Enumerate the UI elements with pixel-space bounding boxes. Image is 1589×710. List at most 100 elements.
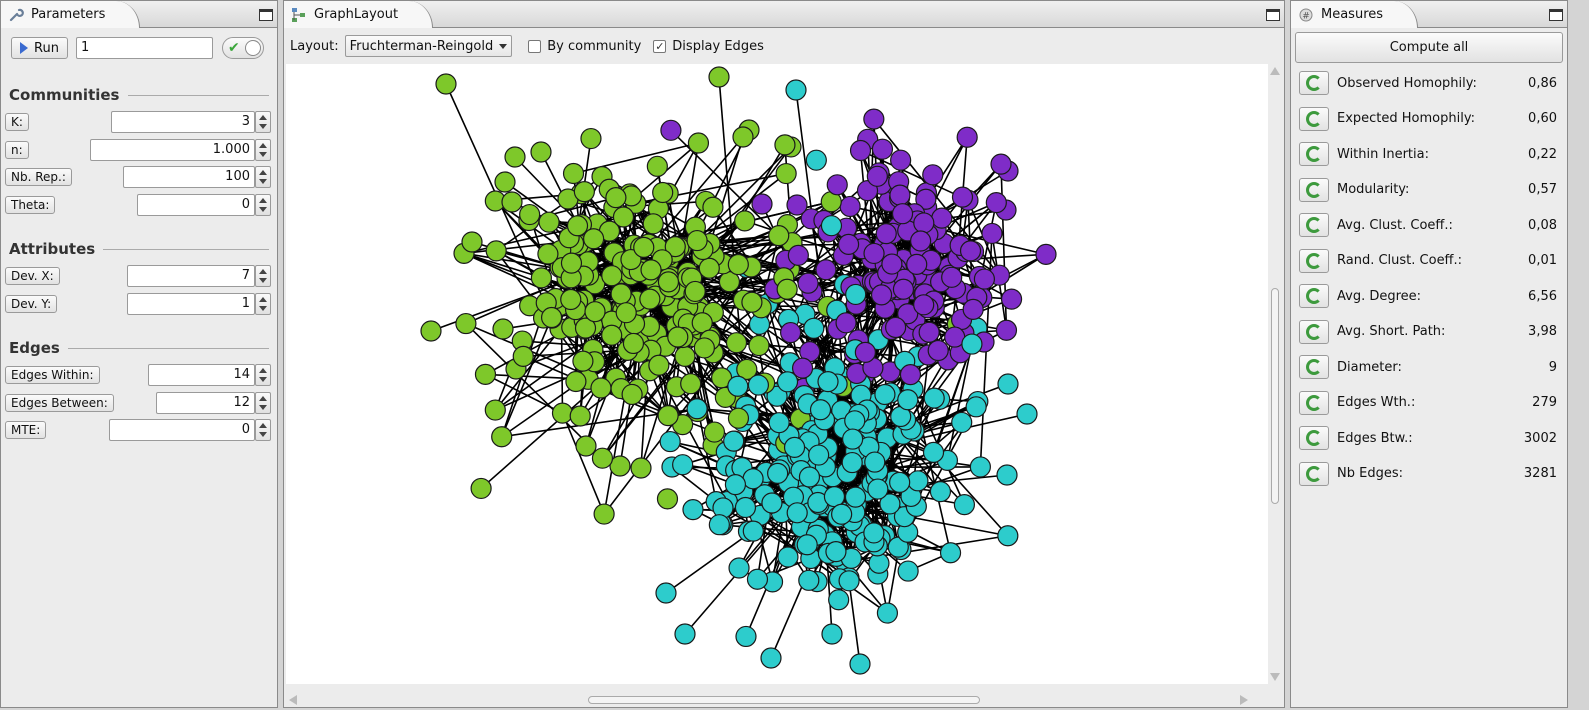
horizontal-scrollbar[interactable] — [286, 693, 1268, 707]
mte-stepper[interactable] — [255, 419, 271, 441]
graph-node[interactable] — [573, 181, 595, 203]
graph-node[interactable] — [899, 364, 922, 386]
graph-node[interactable] — [583, 228, 605, 250]
graph-node[interactable] — [768, 412, 790, 434]
layout-select[interactable]: Fruchterman-Reingold — [344, 35, 513, 57]
graph-node[interactable] — [680, 373, 702, 395]
graph-node[interactable] — [751, 193, 773, 215]
graph-node[interactable] — [622, 332, 645, 355]
graph-node[interactable] — [783, 436, 806, 459]
graph-node[interactable] — [796, 534, 818, 556]
graph-node[interactable] — [939, 542, 962, 564]
scroll-up-icon[interactable] — [1270, 67, 1280, 75]
graph-node[interactable] — [732, 126, 754, 148]
graph-node[interactable] — [672, 454, 694, 476]
graph-node[interactable] — [703, 421, 726, 443]
graph-node[interactable] — [501, 191, 523, 213]
graph-node[interactable] — [889, 184, 911, 206]
graph-node[interactable] — [455, 312, 477, 335]
vertical-scroll-thumb[interactable] — [1271, 288, 1279, 504]
graph-node[interactable] — [728, 557, 750, 579]
nb-rep-stepper[interactable] — [255, 166, 271, 188]
graph-node[interactable] — [931, 207, 953, 229]
graph-node[interactable] — [569, 405, 591, 427]
graph-node[interactable] — [803, 317, 825, 339]
graph-node[interactable] — [871, 138, 894, 160]
graph-node[interactable] — [420, 320, 442, 342]
graph-node[interactable] — [667, 326, 689, 348]
graph-node[interactable] — [842, 428, 864, 450]
graph-node[interactable] — [727, 375, 749, 397]
graph-node[interactable] — [929, 481, 952, 503]
graph-node[interactable] — [504, 146, 526, 168]
graph-node[interactable] — [918, 321, 940, 343]
compute-measure-button[interactable] — [1299, 284, 1329, 308]
graph-node[interactable] — [973, 268, 996, 290]
graph-node[interactable] — [835, 312, 857, 334]
parameters-tab[interactable]: Parameters — [1, 1, 141, 28]
graph-node[interactable] — [777, 546, 799, 568]
graph-node[interactable] — [923, 387, 945, 409]
graph-node[interactable] — [492, 318, 514, 340]
graph-node[interactable] — [786, 502, 808, 524]
graph-node[interactable] — [593, 503, 615, 525]
graph-node[interactable] — [820, 215, 843, 237]
graph-node[interactable] — [849, 139, 872, 162]
graph-node[interactable] — [906, 253, 928, 275]
graph-node[interactable] — [530, 267, 552, 289]
graph-node[interactable] — [734, 496, 757, 519]
graph-node[interactable] — [1035, 243, 1057, 265]
graph-node[interactable] — [768, 224, 790, 247]
graph-node[interactable] — [725, 332, 748, 354]
graph-node[interactable] — [897, 389, 919, 411]
dev-y-input[interactable]: 1 — [127, 293, 255, 315]
by-community-checkbox[interactable] — [528, 39, 542, 53]
graph-node[interactable] — [474, 363, 497, 386]
graph-node[interactable] — [686, 229, 708, 252]
graph-node[interactable] — [562, 162, 585, 185]
graph-node[interactable] — [995, 319, 1018, 341]
graph-node[interactable] — [951, 411, 973, 434]
graph-node[interactable] — [610, 283, 632, 305]
graph-node[interactable] — [817, 371, 839, 393]
k-input[interactable]: 3 — [111, 111, 255, 133]
vertical-scrollbar[interactable] — [1268, 64, 1282, 684]
graph-node[interactable] — [825, 541, 847, 563]
graph-node[interactable] — [844, 486, 867, 508]
graph-node[interactable] — [841, 451, 863, 474]
run-button[interactable]: Run — [11, 37, 68, 59]
graph-canvas[interactable] — [286, 64, 1268, 684]
graph-node[interactable] — [808, 444, 830, 466]
compute-measure-button[interactable] — [1299, 106, 1329, 131]
graph-node[interactable] — [838, 570, 860, 592]
graph-node[interactable] — [727, 407, 750, 429]
graph-node[interactable] — [601, 324, 623, 346]
graph-node[interactable] — [519, 203, 541, 226]
n-stepper[interactable] — [255, 139, 271, 161]
graph-node[interactable] — [698, 257, 720, 279]
graph-node[interactable] — [674, 623, 696, 645]
compute-measure-button[interactable] — [1299, 71, 1329, 95]
graph-node[interactable] — [537, 243, 559, 265]
graph-node[interactable] — [831, 503, 853, 525]
edges-within-input[interactable]: 14 — [148, 364, 255, 386]
graph-node[interactable] — [941, 266, 963, 288]
edges-between-input[interactable]: 12 — [156, 392, 255, 414]
graph-node[interactable] — [657, 271, 680, 293]
dev-y-stepper[interactable] — [255, 293, 271, 315]
maximize-icon[interactable] — [259, 9, 273, 21]
graph-node[interactable] — [734, 210, 756, 232]
compute-measure-button[interactable] — [1299, 390, 1329, 415]
graph-node[interactable] — [910, 230, 932, 252]
graph-node[interactable] — [530, 141, 552, 163]
theta-input[interactable]: 0 — [137, 194, 255, 216]
compute-measure-button[interactable] — [1299, 426, 1329, 450]
graph-node[interactable] — [798, 569, 820, 591]
graph-node[interactable] — [927, 339, 949, 362]
graph-node[interactable] — [767, 462, 789, 484]
graph-node[interactable] — [615, 302, 637, 324]
graph-node[interactable] — [657, 404, 679, 427]
graph-node[interactable] — [849, 653, 871, 675]
graph-node[interactable] — [761, 492, 783, 514]
graph-node[interactable] — [828, 589, 850, 611]
